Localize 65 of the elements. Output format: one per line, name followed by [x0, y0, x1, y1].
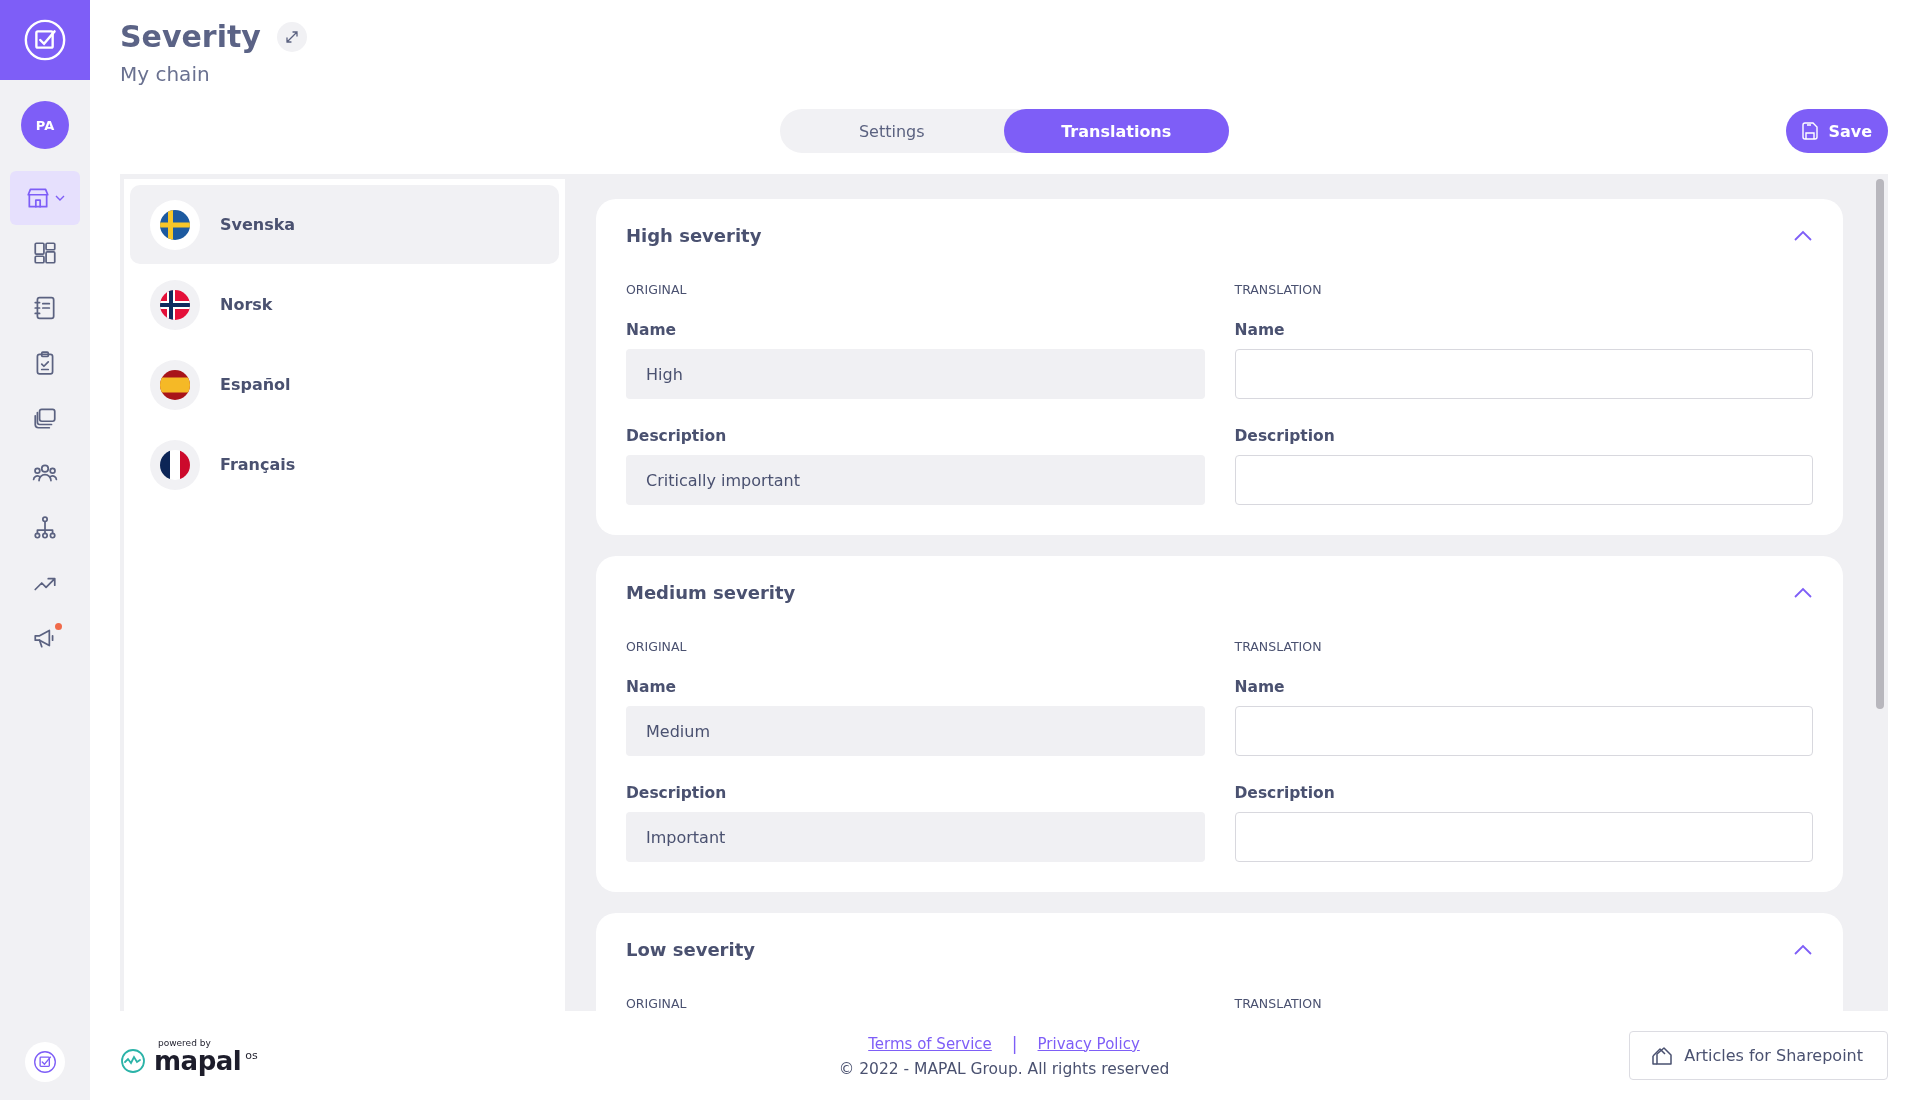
flag-icon: [160, 449, 190, 480]
flag-icon: [160, 369, 190, 400]
expand-icon[interactable]: [276, 22, 307, 52]
terms-link[interactable]: Terms of Service: [868, 1034, 992, 1053]
column-heading: ORIGINAL: [626, 996, 688, 1011]
card-title: High severity: [626, 225, 762, 246]
field-label: Description: [626, 784, 728, 802]
column-heading: ORIGINAL: [626, 639, 688, 654]
field-label: Description: [1234, 784, 1336, 802]
privacy-link[interactable]: Privacy Policy: [1037, 1034, 1140, 1053]
language-name: Français: [220, 455, 296, 474]
nav-item[interactable]: [10, 171, 80, 225]
chevron-icon[interactable]: [1793, 228, 1813, 243]
translation-field[interactable]: [1234, 455, 1813, 505]
original-field: High: [626, 349, 1205, 399]
card-title: Medium severity: [626, 582, 796, 603]
chevron-icon[interactable]: [1793, 942, 1813, 957]
original-field: Critically important: [626, 455, 1205, 505]
field-label: Name: [626, 678, 678, 696]
user-avatar[interactable]: PA: [21, 101, 69, 149]
column-heading: ORIGINAL: [626, 282, 688, 297]
language-item[interactable]: Norsk: [130, 265, 559, 344]
wave-logo-icon: [120, 1047, 146, 1074]
link-separator: |: [1011, 1033, 1018, 1054]
tab[interactable]: Settings: [779, 109, 1004, 153]
tab[interactable]: Translations: [1004, 109, 1229, 153]
field-label: Name: [1234, 321, 1286, 339]
brand-suffix: os: [245, 1048, 258, 1062]
field-label: Name: [1234, 678, 1286, 696]
language-item[interactable]: Svenska: [130, 185, 559, 264]
language-name: Español: [220, 375, 291, 394]
language-item[interactable]: Español: [130, 345, 559, 424]
stacked-cards-icon: [32, 405, 58, 431]
articles-button[interactable]: Articles for Sharepoint: [1629, 1031, 1888, 1080]
notebook-icon: [32, 295, 58, 321]
page-title: Severity: [120, 18, 261, 56]
language-item[interactable]: Français: [130, 425, 559, 504]
app-switcher-icon[interactable]: [25, 1042, 65, 1082]
flag-icon: [160, 289, 190, 320]
language-name: Svenska: [220, 215, 296, 234]
original-field: Medium: [626, 706, 1205, 756]
save-button[interactable]: Save: [1786, 109, 1888, 153]
page-subtitle: My chain: [120, 61, 211, 88]
language-name: Norsk: [220, 295, 273, 314]
dashboard-icon: [32, 240, 58, 266]
copyright-text: © 2022 - MAPAL Group. All rights reserved: [838, 1059, 1170, 1078]
powered-by-text: powered by: [158, 1037, 212, 1048]
field-label: Description: [1234, 427, 1336, 445]
store-icon: [25, 185, 51, 211]
field-label: Name: [626, 321, 678, 339]
card-title: Low severity: [626, 939, 755, 960]
original-field: Important: [626, 812, 1205, 862]
column-heading: TRANSLATION: [1234, 639, 1323, 654]
column-heading: TRANSLATION: [1234, 996, 1323, 1011]
brand-name: mapal: [154, 1047, 242, 1074]
app-logo-icon[interactable]: [0, 0, 90, 80]
scrollbar[interactable]: [1876, 179, 1884, 709]
translation-field[interactable]: [1234, 349, 1813, 399]
flag-icon: [160, 209, 190, 240]
hierarchy-icon: [32, 515, 58, 541]
chevron-icon[interactable]: [1793, 585, 1813, 600]
translation-field[interactable]: [1234, 812, 1813, 862]
field-label: Description: [626, 427, 728, 445]
translation-field[interactable]: [1234, 706, 1813, 756]
column-heading: TRANSLATION: [1234, 282, 1323, 297]
